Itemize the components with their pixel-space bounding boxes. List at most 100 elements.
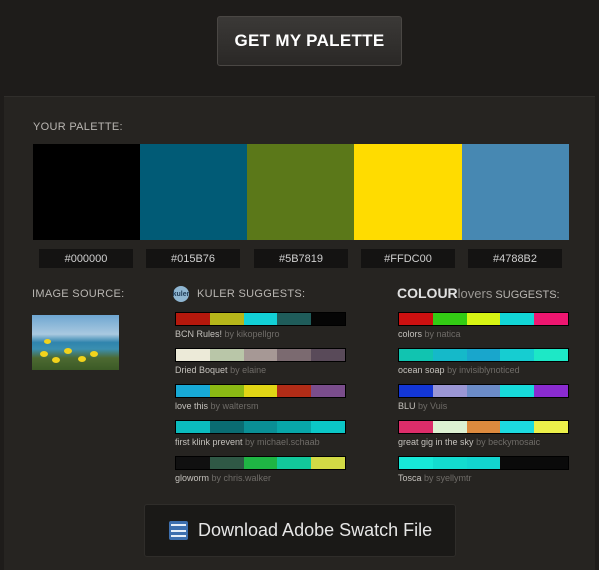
kuler-palette-bar[interactable] (175, 384, 346, 398)
kuler-palette-author[interactable]: by chris.walker (212, 473, 272, 483)
kuler-suggests-label: KULER SUGGESTS: (197, 288, 306, 300)
colourlovers-palette-name[interactable]: ocean soap (398, 365, 445, 375)
kuler-color-chip (243, 385, 278, 397)
kuler-palette-caption[interactable]: first klink prevent by michael.schaab (175, 437, 320, 447)
hex-value-1[interactable]: #000000 (39, 249, 133, 268)
kuler-color-chip (209, 313, 244, 325)
palette-swatch-5[interactable] (462, 144, 569, 240)
colourlovers-color-chip (500, 313, 535, 325)
colourlovers-palette-author[interactable]: by invisiblynoticed (447, 365, 520, 375)
kuler-palette-bar[interactable] (175, 348, 346, 362)
kuler-palette-caption[interactable]: BCN Rules! by kikopellgro (175, 329, 280, 339)
kuler-palette-name[interactable]: love this (175, 401, 208, 411)
kuler-palette-bar[interactable] (175, 312, 346, 326)
colourlovers-color-chip (500, 457, 535, 469)
colourlovers-color-chip (534, 457, 568, 469)
colourlovers-palette-caption[interactable]: ocean soap by invisiblynoticed (398, 365, 520, 375)
colourlovers-color-chip (432, 421, 467, 433)
kuler-color-chip (277, 385, 312, 397)
kuler-color-chip (311, 421, 345, 433)
kuler-color-chip (176, 385, 210, 397)
palette-swatch-1[interactable] (33, 144, 140, 240)
download-swatch-label: Download Adobe Swatch File (198, 520, 433, 540)
get-my-palette-button[interactable]: GET MY PALETTE (217, 16, 402, 66)
kuler-color-chip (243, 349, 278, 361)
colourlovers-color-chip (399, 313, 433, 325)
kuler-color-chip (311, 313, 345, 325)
kuler-color-chip (277, 457, 312, 469)
kuler-color-chip (243, 421, 278, 433)
colourlovers-color-chip (534, 421, 568, 433)
hex-value-3[interactable]: #5B7819 (254, 249, 348, 268)
kuler-color-chip (176, 421, 210, 433)
colourlovers-palette-name[interactable]: BLU (398, 401, 416, 411)
colourlovers-palette-name[interactable]: colors (398, 329, 422, 339)
colourlovers-color-chip (500, 385, 535, 397)
colourlovers-palette-caption[interactable]: BLU by Vuis (398, 401, 447, 411)
colourlovers-color-chip (466, 421, 501, 433)
kuler-color-chip (277, 313, 312, 325)
hex-value-5[interactable]: #4788B2 (468, 249, 562, 268)
kuler-color-chip (209, 349, 244, 361)
your-palette-label: YOUR PALETTE: (33, 121, 123, 133)
colourlovers-color-chip (500, 349, 535, 361)
kuler-color-chip (209, 457, 244, 469)
colourlovers-palette-name[interactable]: Tosca (398, 473, 422, 483)
colourlovers-palette-caption[interactable]: Tosca by syellymtr (398, 473, 472, 483)
kuler-palette-author[interactable]: by michael.schaab (245, 437, 320, 447)
kuler-palette-caption[interactable]: Dried Boquet by elaine (175, 365, 266, 375)
kuler-palette-name[interactable]: first klink prevent (175, 437, 243, 447)
colourlovers-color-chip (534, 349, 568, 361)
image-source-label: IMAGE SOURCE: (32, 288, 125, 300)
colourlovers-palette-bar[interactable] (398, 420, 569, 434)
palette-swatch-2[interactable] (140, 144, 247, 240)
colourlovers-palette-bar[interactable] (398, 312, 569, 326)
hex-value-4[interactable]: #FFDC00 (361, 249, 455, 268)
kuler-palette-author[interactable]: by waltersm (211, 401, 259, 411)
colourlovers-palette-bar[interactable] (398, 456, 569, 470)
kuler-color-chip (209, 421, 244, 433)
colourlovers-color-chip (466, 385, 501, 397)
kuler-palette-name[interactable]: BCN Rules! (175, 329, 222, 339)
colourlovers-palette-caption[interactable]: colors by natica (398, 329, 461, 339)
kuler-palette-name[interactable]: Dried Boquet (175, 365, 228, 375)
kuler-palette-author[interactable]: by elaine (230, 365, 266, 375)
kuler-color-chip (209, 385, 244, 397)
image-source-thumbnail[interactable] (32, 315, 119, 370)
colourlovers-palette-author[interactable]: by natica (425, 329, 461, 339)
colourlovers-color-chip (466, 313, 501, 325)
kuler-color-chip (311, 385, 345, 397)
colourlovers-color-chip (399, 457, 433, 469)
kuler-color-chip (243, 313, 278, 325)
colourlovers-color-chip (432, 457, 467, 469)
colourlovers-palette-bar[interactable] (398, 348, 569, 362)
colourlovers-palette-bar[interactable] (398, 384, 569, 398)
download-swatch-button[interactable]: Download Adobe Swatch File (144, 504, 456, 557)
colourlovers-color-chip (399, 421, 433, 433)
kuler-icon: kuler (173, 286, 189, 302)
kuler-palette-caption[interactable]: gloworm by chris.walker (175, 473, 271, 483)
colourlovers-palette-name[interactable]: great gig in the sky (398, 437, 474, 447)
colourlovers-color-chip (466, 457, 501, 469)
colourlovers-palette-author[interactable]: by beckymosaic (476, 437, 540, 447)
kuler-color-chip (311, 349, 345, 361)
colourlovers-palette-author[interactable]: by Vuis (418, 401, 447, 411)
kuler-palette-bar[interactable] (175, 420, 346, 434)
colourlovers-color-chip (399, 385, 433, 397)
palette-swatch-3[interactable] (247, 144, 354, 240)
hex-value-2[interactable]: #015B76 (146, 249, 240, 268)
kuler-palette-bar[interactable] (175, 456, 346, 470)
kuler-color-chip (277, 421, 312, 433)
kuler-color-chip (243, 457, 278, 469)
kuler-palette-caption[interactable]: love this by waltersm (175, 401, 259, 411)
colourlovers-color-chip (534, 313, 568, 325)
palette-swatch-4[interactable] (354, 144, 462, 240)
colourlovers-palette-author[interactable]: by syellymtr (424, 473, 472, 483)
kuler-palette-author[interactable]: by kikopellgro (225, 329, 280, 339)
kuler-color-chip (277, 349, 312, 361)
colourlovers-color-chip (399, 349, 433, 361)
kuler-color-chip (311, 457, 345, 469)
kuler-palette-name[interactable]: gloworm (175, 473, 209, 483)
colourlovers-color-chip (432, 349, 467, 361)
colourlovers-palette-caption[interactable]: great gig in the sky by beckymosaic (398, 437, 540, 447)
